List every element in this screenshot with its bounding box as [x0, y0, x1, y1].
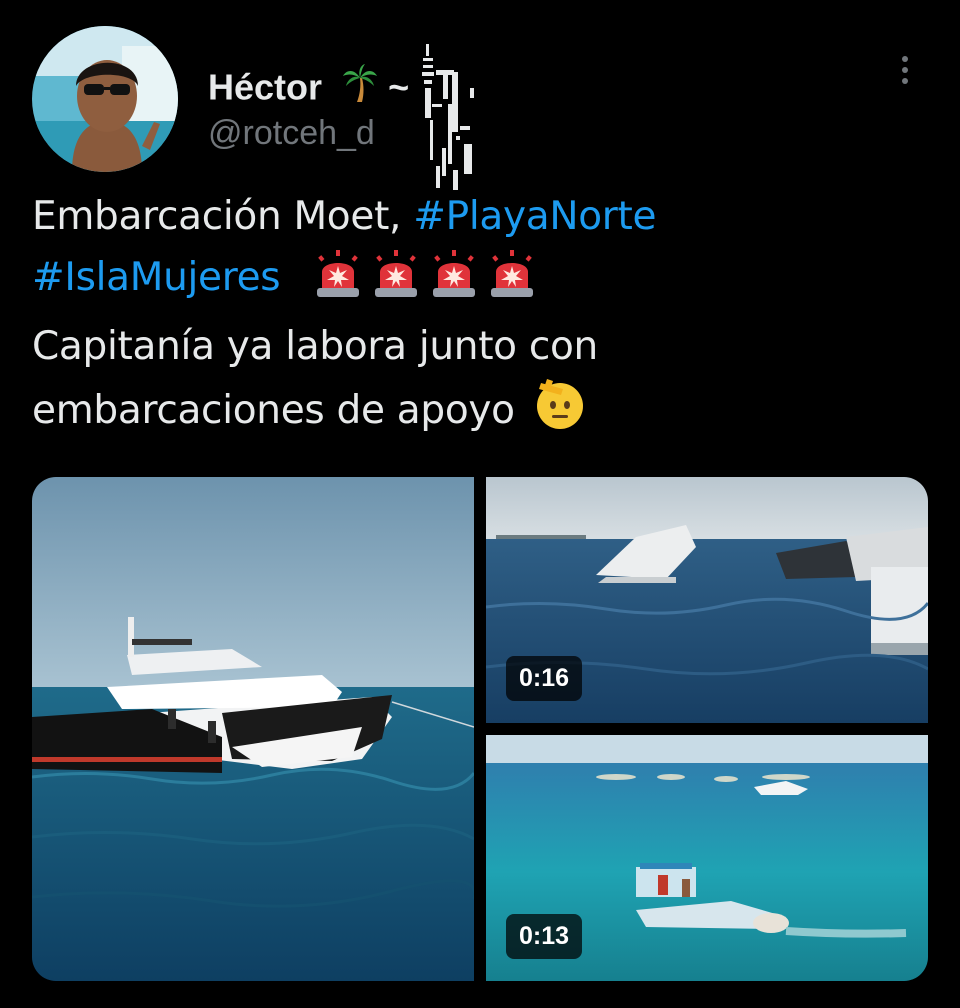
tweet-text-segment: Embarcación Moet, — [32, 194, 414, 239]
rotating-light-icon — [371, 248, 421, 316]
author-name[interactable]: Héctor ~ — [208, 64, 409, 111]
tweet-text-line2: #IslaMujeres — [32, 247, 912, 316]
rotating-light-icon — [313, 248, 363, 316]
media-video-2[interactable]: 0:13 — [486, 735, 928, 981]
tweet-text-line1: Embarcación Moet, #PlayaNorte — [32, 186, 912, 247]
palm-tree-icon — [342, 64, 378, 111]
tweet-text-line4: embarcaciones de apoyo — [32, 377, 912, 449]
video-duration: 0:16 — [506, 656, 583, 701]
hashtag-islamujeres[interactable]: #IslaMujeres — [32, 255, 281, 300]
media-video-1[interactable]: 0:16 — [486, 477, 928, 723]
avatar[interactable] — [32, 26, 178, 172]
name-decoration-icon — [420, 40, 500, 200]
media-image-yacht[interactable] — [32, 477, 474, 981]
tweet-text-line3: Capitanía ya labora junto con — [32, 324, 598, 369]
author-name-suffix: ~ — [388, 66, 410, 108]
tweet-text: Embarcación Moet, #PlayaNorte #IslaMujer… — [32, 186, 912, 449]
media-grid: 0:16 0:13 — [32, 477, 928, 981]
author-display-name: Héctor — [208, 66, 323, 108]
author-handle[interactable]: @rotceh_d — [208, 114, 375, 153]
more-options-icon[interactable] — [890, 50, 920, 90]
hashtag-playanorte[interactable]: #PlayaNorte — [413, 194, 656, 239]
rotating-light-icon — [429, 248, 479, 316]
saluting-face-icon — [533, 377, 587, 449]
video-duration: 0:13 — [506, 914, 583, 959]
rotating-light-icon — [487, 248, 537, 316]
tweet-text-segment: embarcaciones de apoyo — [32, 388, 515, 433]
